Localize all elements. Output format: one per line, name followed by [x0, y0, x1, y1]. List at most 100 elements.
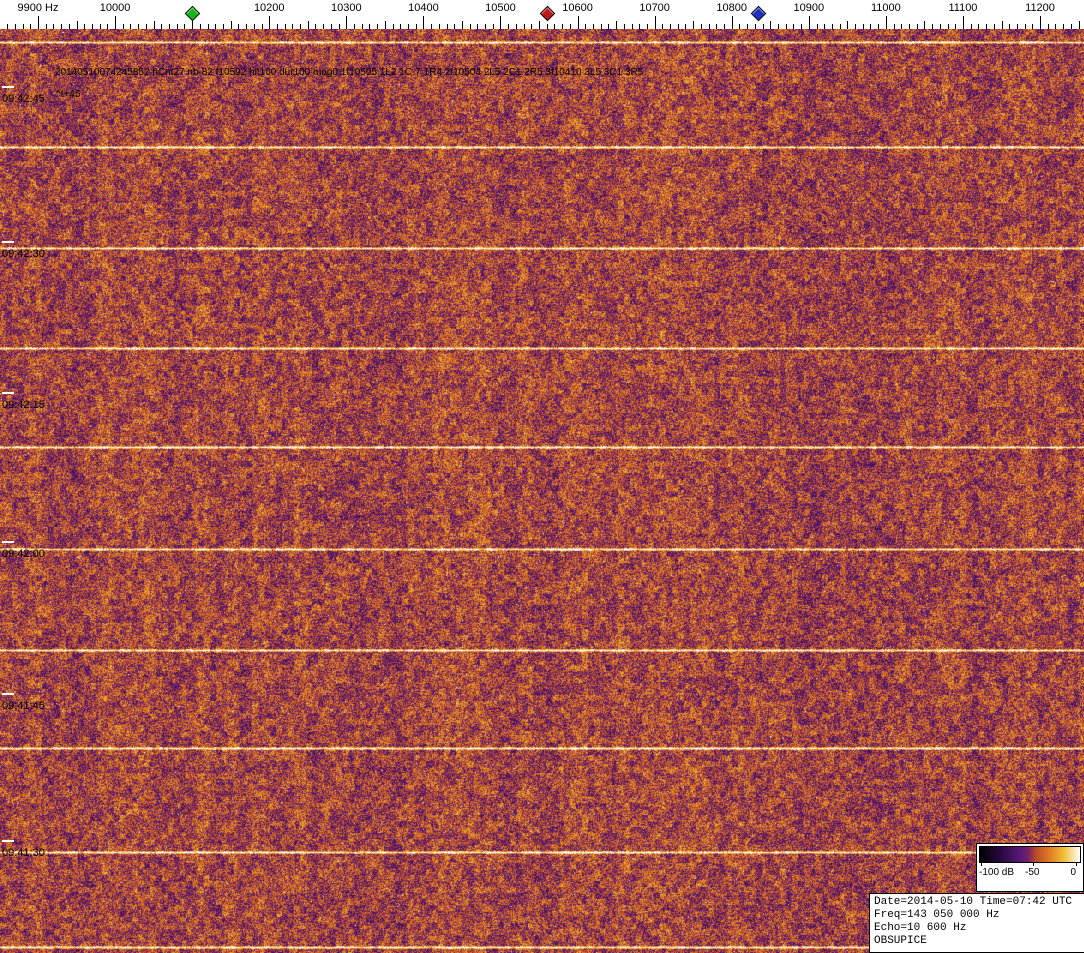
ruler-tick — [339, 24, 340, 29]
ruler-tick — [801, 24, 802, 29]
ruler-tick — [300, 24, 301, 29]
ruler-tick — [123, 24, 124, 29]
ruler-tick — [601, 24, 602, 29]
ruler-tick — [115, 16, 116, 29]
ruler-tick — [462, 21, 463, 29]
ruler-tick — [770, 21, 771, 29]
observation-info-box: Date=2014-05-10 Time=07:42 UTC Freq=143 … — [869, 893, 1084, 953]
ruler-tick — [924, 21, 925, 29]
ruler-tick — [886, 16, 887, 29]
ruler-tick — [493, 24, 494, 29]
ruler-tick — [662, 24, 663, 29]
ruler-tick — [200, 24, 201, 29]
ruler-tick — [92, 24, 93, 29]
ruler-tick — [292, 24, 293, 29]
green-marker-diamond-icon[interactable] — [184, 5, 201, 22]
ruler-tick — [323, 24, 324, 29]
ruler-tick — [593, 24, 594, 29]
ruler-tick — [639, 24, 640, 29]
ruler-tick — [732, 16, 733, 29]
ruler-label: 11000 — [870, 2, 901, 14]
blue-marker-diamond-icon[interactable] — [750, 5, 767, 22]
ruler-tick — [423, 16, 424, 29]
ruler-tick — [693, 21, 694, 29]
info-station: OBSUPICE — [874, 935, 927, 947]
ruler-label: 10300 — [331, 2, 362, 14]
ruler-tick — [616, 21, 617, 29]
info-frequency: Freq=143 050 000 Hz — [874, 909, 1000, 921]
ruler-tick — [254, 24, 255, 29]
info-echo: Echo=10 600 Hz — [874, 922, 967, 934]
ruler-tick — [716, 24, 717, 29]
ruler-tick — [531, 24, 532, 29]
ruler-tick — [277, 24, 278, 29]
frequency-ruler[interactable]: 9900 Hz 10000 10200 10300 10400 10500 10600 107… — [0, 0, 1084, 29]
ruler-tick — [169, 24, 170, 29]
ruler-tick — [262, 24, 263, 29]
ruler-tick — [184, 24, 185, 29]
ruler-tick — [393, 24, 394, 29]
ruler-tick — [208, 24, 209, 29]
ruler-tick — [146, 24, 147, 29]
ruler-tick — [7, 24, 8, 29]
ruler-tick — [69, 24, 70, 29]
ruler-tick — [485, 24, 486, 29]
ruler-tick — [177, 24, 178, 29]
ruler-tick — [369, 24, 370, 29]
ruler-tick — [46, 24, 47, 29]
ruler-tick — [53, 24, 54, 29]
ruler-tick — [855, 24, 856, 29]
ruler-tick — [308, 21, 309, 29]
ruler-tick — [30, 24, 31, 29]
ruler-tick — [755, 24, 756, 29]
ruler-tick — [647, 24, 648, 29]
ruler-tick — [130, 24, 131, 29]
ruler-tick — [431, 24, 432, 29]
ruler-tick — [1055, 24, 1056, 29]
ruler-tick — [547, 24, 548, 29]
ruler-tick — [971, 24, 972, 29]
ruler-label: 10000 — [99, 2, 131, 14]
ruler-tick — [948, 24, 949, 29]
ruler-tick — [285, 24, 286, 29]
ruler-tick — [1025, 24, 1026, 29]
ruler-tick — [215, 24, 216, 29]
ruler-tick — [585, 24, 586, 29]
ruler-tick — [161, 24, 162, 29]
ruler-tick — [246, 24, 247, 29]
ruler-label: 11100 — [948, 2, 978, 14]
ruler-tick — [477, 24, 478, 29]
ruler-tick — [724, 24, 725, 29]
ruler-tick — [763, 24, 764, 29]
ruler-tick — [863, 24, 864, 29]
ruler-tick — [1079, 21, 1080, 29]
ruler-tick — [554, 24, 555, 29]
info-date-time: Date=2014-05-10 Time=07:42 UTC — [874, 896, 1073, 908]
ruler-tick — [238, 24, 239, 29]
ruler-tick — [77, 21, 78, 29]
legend-tick — [981, 863, 982, 866]
ruler-tick — [940, 24, 941, 29]
ruler-tick — [331, 24, 332, 29]
ruler-tick — [701, 24, 702, 29]
ruler-label: 10400 — [408, 2, 439, 14]
ruler-tick — [1040, 16, 1041, 29]
ruler-tick — [377, 24, 378, 29]
ruler-label: 10200 — [253, 2, 285, 14]
ruler-tick — [909, 24, 910, 29]
ruler-tick — [454, 24, 455, 29]
ruler-tick — [1071, 24, 1072, 29]
ruler-tick — [15, 24, 16, 29]
red-marker-diamond-icon[interactable] — [539, 5, 556, 22]
ruler-label: 10900 — [793, 2, 825, 14]
spectrogram-canvas[interactable] — [0, 29, 1084, 953]
meteor-spectrogram-app: { "ruler": { "unit": "Hz", "freq_start":… — [0, 0, 1084, 953]
ruler-label: 9900 Hz — [17, 2, 59, 14]
ruler-tick — [932, 24, 933, 29]
ruler-label: 10800 — [716, 2, 748, 14]
ruler-tick — [346, 16, 347, 29]
legend-label-mid: -50 — [1025, 867, 1040, 878]
ruler-tick — [416, 24, 417, 29]
colormap-gradient-bar — [979, 846, 1081, 863]
ruler-tick — [786, 24, 787, 29]
